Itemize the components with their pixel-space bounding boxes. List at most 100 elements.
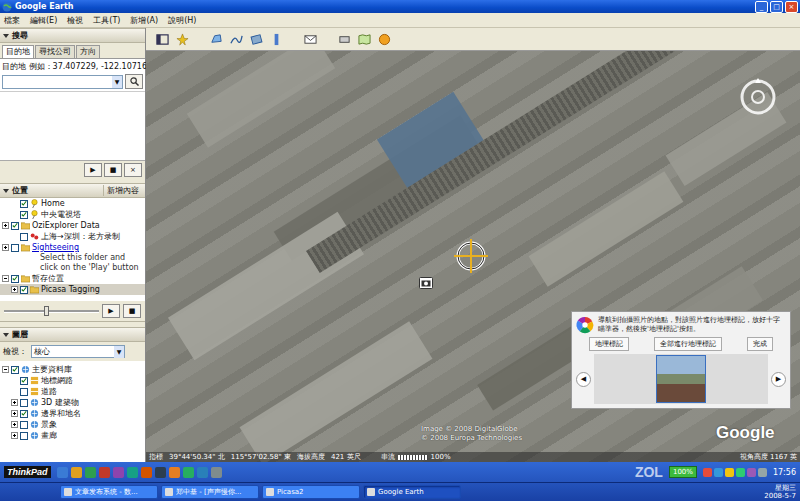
layer-item[interactable]: 3D 建築物 (0, 397, 145, 408)
expander-icon[interactable] (11, 399, 18, 406)
tray-icon[interactable] (703, 468, 712, 477)
checkbox[interactable] (20, 421, 28, 429)
toolbar-button[interactable] (228, 31, 244, 47)
battery-indicator[interactable]: 100% (669, 466, 697, 478)
checkbox[interactable] (20, 399, 28, 407)
tree-item[interactable]: 中央電視塔 (0, 209, 145, 220)
collapse-icon[interactable] (3, 34, 9, 38)
search-tab[interactable]: 方向 (76, 45, 100, 58)
search-control-button[interactable]: ■ (104, 163, 122, 177)
picasa-button[interactable]: 全部進行地理標記 (654, 337, 722, 351)
layer-item[interactable]: 主要資料庫 (0, 364, 145, 375)
toolbar-button[interactable] (356, 31, 372, 47)
tree-item[interactable]: click on the 'Play' button (0, 263, 145, 273)
previous-photo-button[interactable]: ◀ (576, 372, 591, 387)
tree-item[interactable]: 上海→深圳：老方录制 (0, 231, 145, 242)
tray-icon[interactable] (725, 468, 734, 477)
quick-launch-icon[interactable] (169, 467, 180, 478)
expander-icon[interactable] (2, 244, 9, 251)
quick-launch-icon[interactable] (127, 467, 138, 478)
panel-header[interactable]: 搜尋 (0, 28, 145, 43)
layer-item[interactable]: 地標網路 (0, 375, 145, 386)
window-control-button[interactable]: _ (755, 1, 768, 13)
collapse-icon[interactable] (3, 189, 9, 193)
slider-thumb[interactable] (44, 306, 49, 316)
taskbar-button[interactable]: Picasa2 (262, 485, 360, 499)
tray-icon[interactable] (747, 468, 756, 477)
quick-launch-icon[interactable] (99, 467, 110, 478)
camera-icon[interactable] (419, 277, 433, 289)
panel-header[interactable]: 位置 新增內容 (0, 183, 145, 198)
search-input[interactable]: ▼ (2, 75, 123, 89)
compass-icon[interactable] (738, 77, 778, 117)
menu-item[interactable]: 編輯(E) (30, 14, 57, 27)
window-control-button[interactable]: □ (770, 1, 783, 13)
checkbox[interactable] (20, 388, 28, 396)
next-photo-button[interactable]: ▶ (771, 372, 786, 387)
tree-item[interactable]: Picasa Tagging (0, 284, 145, 295)
expander-icon[interactable] (11, 410, 18, 417)
dropdown-button[interactable]: ▼ (112, 76, 122, 88)
checkbox[interactable] (20, 432, 28, 440)
expander-icon[interactable] (2, 222, 9, 229)
expander-icon[interactable] (11, 421, 18, 428)
menu-item[interactable]: 說明(H) (168, 14, 196, 27)
crosshair-icon[interactable] (454, 239, 488, 273)
checkbox[interactable] (11, 244, 19, 252)
tree-item[interactable]: 暫存位置 (0, 273, 145, 284)
photo-thumbnail[interactable] (656, 355, 706, 403)
quick-launch-icon[interactable] (85, 467, 96, 478)
tray-icon[interactable] (758, 468, 767, 477)
menu-item[interactable]: 新增(A) (130, 14, 158, 27)
checkbox[interactable] (20, 377, 28, 385)
checkbox[interactable] (20, 410, 28, 418)
expander-icon[interactable] (11, 286, 18, 293)
window-control-button[interactable]: × (785, 1, 798, 13)
search-tab[interactable]: 目的地 (2, 45, 34, 58)
panel-header[interactable]: 圖層 (0, 327, 145, 342)
search-button[interactable] (125, 74, 143, 89)
quick-launch-icon[interactable] (183, 467, 194, 478)
taskbar-button[interactable]: Google Earth (363, 485, 461, 499)
toolbar-button[interactable] (208, 31, 224, 47)
quick-launch-icon[interactable] (141, 467, 152, 478)
add-content-button[interactable]: 新增內容 (103, 185, 142, 196)
tree-item[interactable]: OziExplorer Data (0, 220, 145, 231)
taskbar-button[interactable]: 郑中基 - [声声慢你... (161, 485, 259, 499)
toolbar-button[interactable] (174, 31, 190, 47)
checkbox[interactable] (20, 286, 28, 294)
quick-launch-icon[interactable] (57, 467, 68, 478)
checkbox[interactable] (11, 275, 19, 283)
clock-time[interactable]: 17:56 (773, 468, 796, 477)
layer-item[interactable]: 畫廊 (0, 430, 145, 441)
checkbox[interactable] (11, 222, 19, 230)
checkbox[interactable] (20, 211, 28, 219)
menu-item[interactable]: 檢視 (67, 14, 83, 27)
collapse-icon[interactable] (3, 333, 9, 337)
quick-launch-icon[interactable] (211, 467, 222, 478)
quick-launch-icon[interactable] (71, 467, 82, 478)
tree-item[interactable]: Sightseeing (0, 242, 145, 253)
taskbar-button[interactable]: 文章发布系统 - 数... (60, 485, 158, 499)
search-control-button[interactable]: × (124, 163, 142, 177)
toolbar-button[interactable] (336, 31, 352, 47)
toolbar-button[interactable] (154, 31, 170, 47)
picasa-button[interactable]: 完成 (747, 337, 773, 351)
quick-launch-icon[interactable] (155, 467, 166, 478)
quick-launch-icon[interactable] (113, 467, 124, 478)
checkbox[interactable] (11, 366, 19, 374)
expander-icon[interactable] (11, 432, 18, 439)
map-view[interactable]: 導航到拍攝照片的地點，對該照片進行地理標記，放好十字瞄準器，然後按'地理標記'按… (146, 51, 800, 462)
toolbar-button[interactable] (376, 31, 392, 47)
search-control-button[interactable]: ▶ (84, 163, 102, 177)
toolbar-button[interactable] (248, 31, 264, 47)
search-tab[interactable]: 尋找公司 (35, 45, 75, 58)
toolbar-button[interactable] (302, 31, 318, 47)
layer-item[interactable]: 景象 (0, 419, 145, 430)
tour-slider[interactable] (4, 306, 99, 316)
toolbar-button[interactable] (268, 31, 284, 47)
quick-launch-icon[interactable] (197, 467, 208, 478)
view-select[interactable]: 核心▼ (31, 345, 125, 358)
layer-item[interactable]: 邊界和地名 (0, 408, 145, 419)
expander-icon[interactable] (2, 366, 9, 373)
